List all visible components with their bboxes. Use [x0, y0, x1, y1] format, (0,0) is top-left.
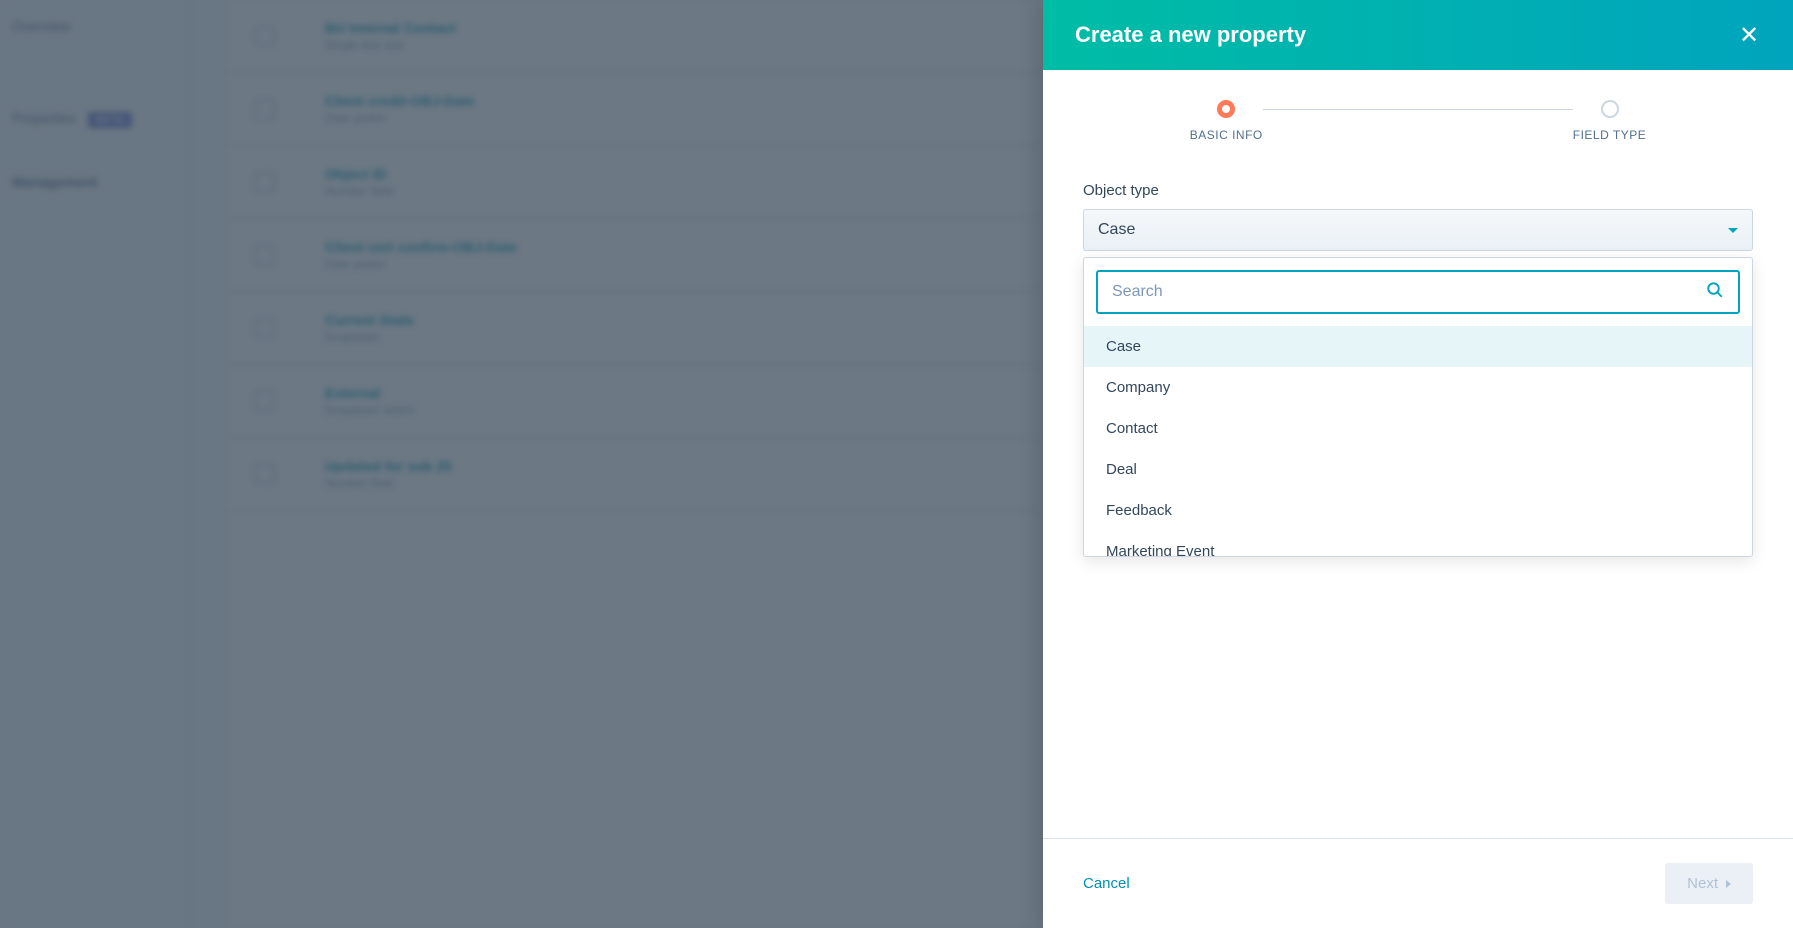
- search-input[interactable]: [1098, 272, 1692, 312]
- options-list[interactable]: CaseCompanyContactDealFeedbackMarketing …: [1084, 326, 1752, 556]
- close-button[interactable]: ✕: [1737, 23, 1761, 47]
- step-connector: [1263, 109, 1573, 110]
- chevron-right-icon: [1726, 880, 1731, 888]
- stepper: BASIC INFO FIELD TYPE: [1083, 100, 1753, 142]
- next-label: Next: [1687, 875, 1718, 892]
- step-circle-active: [1217, 100, 1235, 118]
- panel-footer: Cancel Next: [1043, 838, 1793, 928]
- option-feedback[interactable]: Feedback: [1084, 490, 1752, 531]
- option-deal[interactable]: Deal: [1084, 449, 1752, 490]
- create-property-panel: Create a new property ✕ BASIC INFO FIELD…: [1043, 0, 1793, 928]
- object-type-select[interactable]: Case: [1083, 209, 1753, 251]
- object-type-label: Object type: [1083, 182, 1753, 199]
- next-button[interactable]: Next: [1665, 863, 1753, 904]
- object-type-dropdown: CaseCompanyContactDealFeedbackMarketing …: [1083, 257, 1753, 557]
- object-type-field: Object type Case CaseCompanyContactDealF…: [1083, 182, 1753, 557]
- step-circle: [1601, 100, 1619, 118]
- panel-title: Create a new property: [1075, 22, 1306, 48]
- option-contact[interactable]: Contact: [1084, 408, 1752, 449]
- panel-header: Create a new property ✕: [1043, 0, 1793, 70]
- search-icon: [1692, 281, 1738, 304]
- step-label: BASIC INFO: [1190, 128, 1263, 142]
- option-company[interactable]: Company: [1084, 367, 1752, 408]
- search-box: [1096, 270, 1740, 314]
- option-marketing-event[interactable]: Marketing Event: [1084, 531, 1752, 556]
- panel-body: BASIC INFO FIELD TYPE Object type Case: [1043, 70, 1793, 838]
- step-basic-info[interactable]: BASIC INFO: [1190, 100, 1263, 142]
- option-case[interactable]: Case: [1084, 326, 1752, 367]
- cancel-button[interactable]: Cancel: [1083, 875, 1130, 892]
- step-field-type[interactable]: FIELD TYPE: [1573, 100, 1646, 142]
- caret-down-icon: [1728, 228, 1738, 233]
- close-icon: ✕: [1739, 21, 1759, 50]
- select-value: Case: [1098, 221, 1135, 239]
- step-label: FIELD TYPE: [1573, 128, 1646, 142]
